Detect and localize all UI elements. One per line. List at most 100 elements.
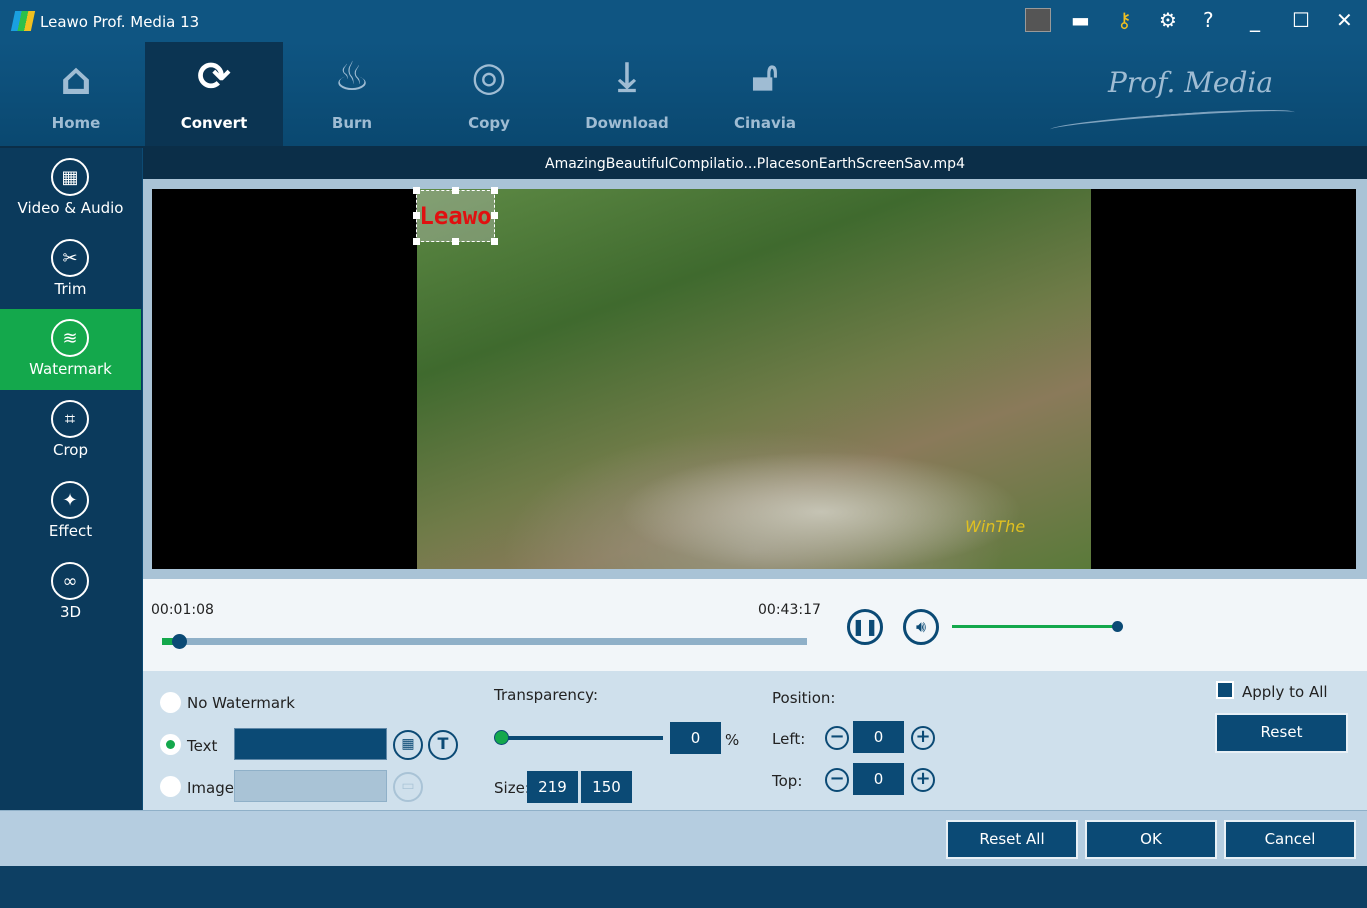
font-icon[interactable]: T (428, 730, 458, 760)
resize-handle[interactable] (491, 238, 498, 245)
sidebar: ▦ Video & Audio ✂ Trim ≋ Watermark ⌗ Crop ✦ E… (0, 148, 142, 810)
left-decrease-icon[interactable]: − (825, 726, 849, 750)
total-time: 00:43:17 (758, 602, 821, 618)
tab-download[interactable]: ⤓ Download (558, 42, 696, 146)
left-input[interactable]: 0 (853, 721, 904, 753)
seek-handle[interactable] (172, 634, 188, 649)
apply-to-all-checkbox[interactable] (1216, 681, 1234, 699)
effect-icon: ✦ (51, 481, 89, 519)
transparency-slider[interactable] (494, 730, 663, 745)
tab-burn[interactable]: ♨ Burn (283, 42, 421, 146)
sidebar-label: Video & Audio (17, 199, 124, 217)
reset-button[interactable]: Reset (1215, 713, 1348, 753)
sidebar-item-crop[interactable]: ⌗ Crop (0, 390, 141, 471)
sidebar-item-trim[interactable]: ✂ Trim (0, 229, 141, 310)
app-logo-icon (10, 11, 36, 31)
tab-home[interactable]: ⌂ Home (7, 42, 145, 146)
sidebar-label: Trim (54, 280, 87, 298)
tab-cinavia[interactable]: 🔓︎ Cinavia (696, 42, 834, 146)
ok-button[interactable]: OK (1085, 820, 1217, 859)
resize-handle[interactable] (413, 212, 420, 219)
sidebar-item-effect[interactable]: ✦ Effect (0, 471, 141, 552)
sidebar-item-video-audio[interactable]: ▦ Video & Audio (0, 148, 141, 229)
height-input[interactable]: 150 (581, 771, 632, 803)
left-label: Left: (772, 730, 806, 748)
pause-button[interactable]: ❚❚ (847, 609, 883, 645)
sidebar-item-watermark[interactable]: ≋ Watermark (0, 309, 141, 390)
folder-icon: ▭ (393, 772, 423, 802)
tab-copy[interactable]: ◎ Copy (420, 42, 558, 146)
brand-logo: Prof. Media (1108, 66, 1274, 99)
watermark-text-input[interactable] (234, 728, 387, 760)
video-frame (417, 189, 1091, 569)
key-icon[interactable]: ⚷ (1117, 8, 1132, 32)
no-watermark-radio[interactable] (160, 692, 181, 713)
bottom-bar: Reset All OK Cancel (0, 810, 1367, 866)
player-controls: 00:01:08 00:43:17 ❚❚ 🔊︎ (143, 579, 1367, 671)
resize-handle[interactable] (452, 238, 459, 245)
sidebar-label: 3D (59, 603, 82, 621)
brand-swoosh (1049, 105, 1296, 137)
crop-icon: ⌗ (51, 400, 89, 438)
cinavia-icon: 🔓︎ (752, 54, 778, 100)
watermark-overlay[interactable]: Leawo (416, 190, 495, 242)
image-radio[interactable] (160, 776, 181, 797)
resize-handle[interactable] (413, 187, 420, 194)
seek-bar[interactable] (162, 634, 807, 649)
tab-convert[interactable]: ⟳ Convert (145, 42, 283, 146)
sidebar-item-3d[interactable]: ∞ 3D (0, 552, 141, 633)
watermark-options: No Watermark Text ▦ T Image ▭ Transparen… (143, 671, 1367, 810)
top-decrease-icon[interactable]: − (825, 768, 849, 792)
left-increase-icon[interactable]: + (911, 726, 935, 750)
position-label: Position: (772, 689, 836, 707)
no-watermark-label: No Watermark (187, 694, 295, 712)
sidebar-label: Crop (52, 441, 88, 459)
transparency-handle[interactable] (494, 730, 509, 745)
copy-icon: ◎ (471, 54, 507, 100)
transparency-input[interactable]: 0 (670, 722, 721, 754)
tab-label: Convert (180, 114, 248, 132)
tab-label: Download (585, 114, 669, 132)
width-input[interactable]: 219 (527, 771, 578, 803)
burn-icon: ♨ (334, 54, 370, 100)
title-bar: Leawo Prof. Media 13 ▬ ⚷ ⚙ ? _ ☐ ✕ (0, 0, 1367, 42)
size-label: Size: (494, 779, 530, 797)
resize-handle[interactable] (452, 187, 459, 194)
home-icon: ⌂ (60, 54, 92, 105)
volume-slider[interactable] (952, 621, 1123, 632)
color-picker-icon[interactable]: ▦ (393, 730, 423, 760)
volume-handle[interactable] (1112, 621, 1123, 632)
cancel-button[interactable]: Cancel (1224, 820, 1356, 859)
file-name: AmazingBeautifulCompilatio...PlacesonEar… (143, 148, 1367, 179)
sidebar-label: Effect (48, 522, 93, 540)
image-label: Image (187, 779, 234, 797)
tab-label: Copy (468, 114, 510, 132)
film-icon: ▦ (51, 158, 89, 196)
apply-to-all-label: Apply to All (1242, 683, 1328, 701)
tab-label: Home (51, 114, 101, 132)
minimize-icon[interactable]: _ (1250, 8, 1260, 32)
reset-all-button[interactable]: Reset All (946, 820, 1078, 859)
resize-handle[interactable] (491, 187, 498, 194)
text-radio[interactable] (160, 734, 181, 755)
amd-icon[interactable] (1025, 8, 1051, 32)
maximize-icon[interactable]: ☐ (1292, 8, 1310, 32)
top-input[interactable]: 0 (853, 763, 904, 795)
resize-handle[interactable] (413, 238, 420, 245)
status-bar (0, 866, 1367, 908)
volume-button[interactable]: 🔊︎ (903, 609, 939, 645)
resize-handle[interactable] (491, 212, 498, 219)
download-icon: ⤓ (618, 54, 636, 100)
percent-label: % (725, 731, 740, 749)
settings-icon[interactable]: ⚙ (1159, 8, 1177, 32)
top-increase-icon[interactable]: + (911, 768, 935, 792)
help-icon[interactable]: ? (1203, 8, 1214, 32)
top-label: Top: (772, 772, 803, 790)
image-path-input (234, 770, 387, 802)
sidebar-label: Watermark (29, 360, 112, 378)
close-icon[interactable]: ✕ (1336, 8, 1353, 32)
scissors-icon: ✂ (51, 239, 89, 277)
current-time: 00:01:08 (151, 602, 214, 618)
text-label: Text (187, 737, 218, 755)
feedback-icon[interactable]: ▬ (1071, 8, 1090, 32)
